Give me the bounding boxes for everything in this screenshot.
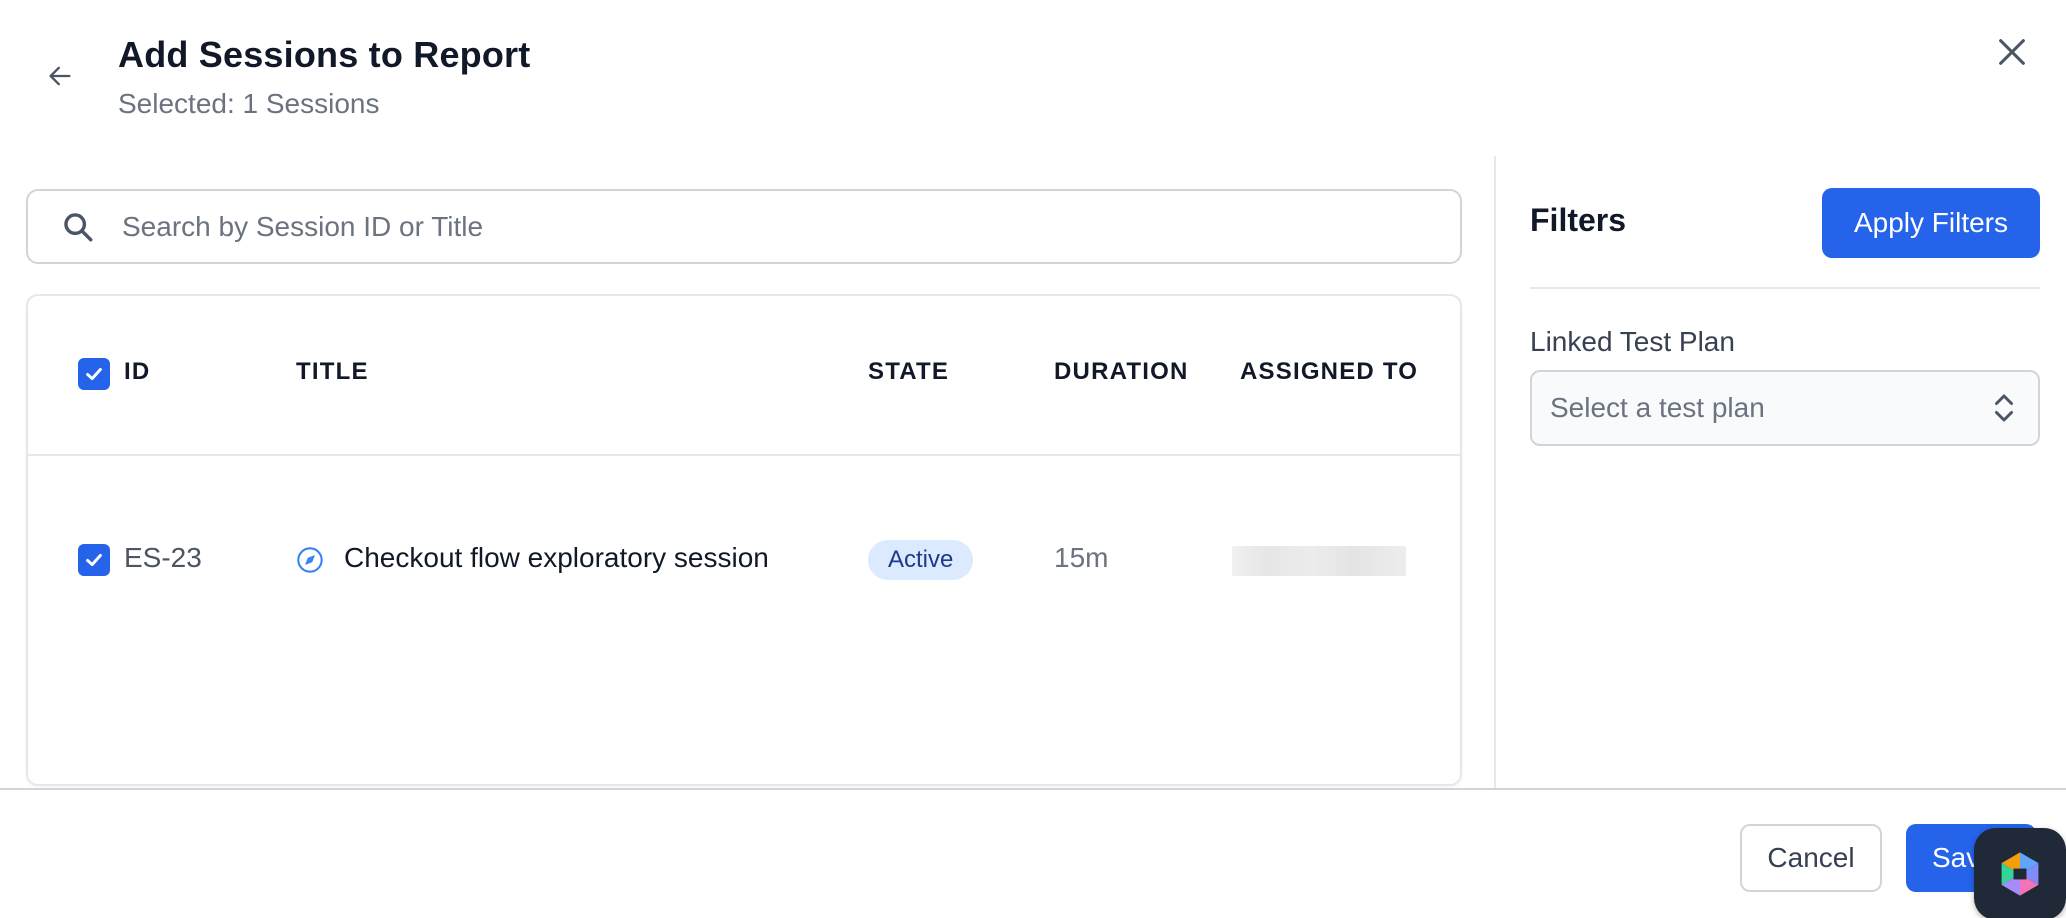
filters-title: Filters [1530,202,1627,238]
status-badge: Active [868,540,974,580]
compass-icon [296,546,324,574]
table-header: ID TITLE STATE DURATION ASSIGNED TO [28,296,1460,456]
close-icon [1999,39,2025,65]
filters-panel: Filters Apply Filters Linked Test Plan S… [1494,156,2066,788]
session-id: ES-23 [124,542,202,573]
column-header-title[interactable]: TITLE [296,358,369,386]
dialog-header: Add Sessions to Report Selected: 1 Sessi… [0,0,2066,150]
search-icon [58,207,98,247]
check-icon [86,553,102,567]
session-title[interactable]: Checkout flow exploratory session [344,542,769,574]
column-header-duration[interactable]: DURATION [1054,358,1188,386]
select-all-checkbox[interactable] [78,358,110,390]
app-logo-icon[interactable] [1974,828,2066,918]
chevron-up-down-icon [1995,394,2013,422]
divider [1530,287,2040,289]
sessions-table: ID TITLE STATE DURATION ASSIGNED TO ES-2… [26,294,1462,786]
column-header-assigned-to[interactable]: ASSIGNED TO [1240,358,1418,386]
session-duration: 15m [1054,542,1109,573]
select-placeholder: Select a test plan [1550,392,1765,423]
table-row[interactable]: ES-23 Checkout flow exploratory session … [28,458,1460,630]
row-checkbox[interactable] [78,544,110,576]
linked-test-plan-select[interactable]: Select a test plan [1530,370,2040,446]
column-header-id[interactable]: ID [124,358,150,386]
dialog-title: Add Sessions to Report [118,34,531,75]
check-icon [86,367,102,381]
close-button[interactable] [1990,30,2034,74]
search-input[interactable] [122,191,1460,262]
sessions-pane: ID TITLE STATE DURATION ASSIGNED TO ES-2… [0,156,1494,788]
cancel-button[interactable]: Cancel [1740,824,1882,892]
apply-filters-button[interactable]: Apply Filters [1822,188,2040,258]
assigned-to-redacted [1232,546,1406,576]
search-box[interactable] [26,189,1462,264]
arrow-left-icon [49,66,71,86]
column-header-state[interactable]: STATE [868,358,949,386]
dialog-footer: Cancel Save [0,788,2066,918]
linked-test-plan-label: Linked Test Plan [1530,326,1735,357]
selected-count: Selected: 1 Sessions [118,88,380,119]
back-button[interactable] [40,56,80,96]
